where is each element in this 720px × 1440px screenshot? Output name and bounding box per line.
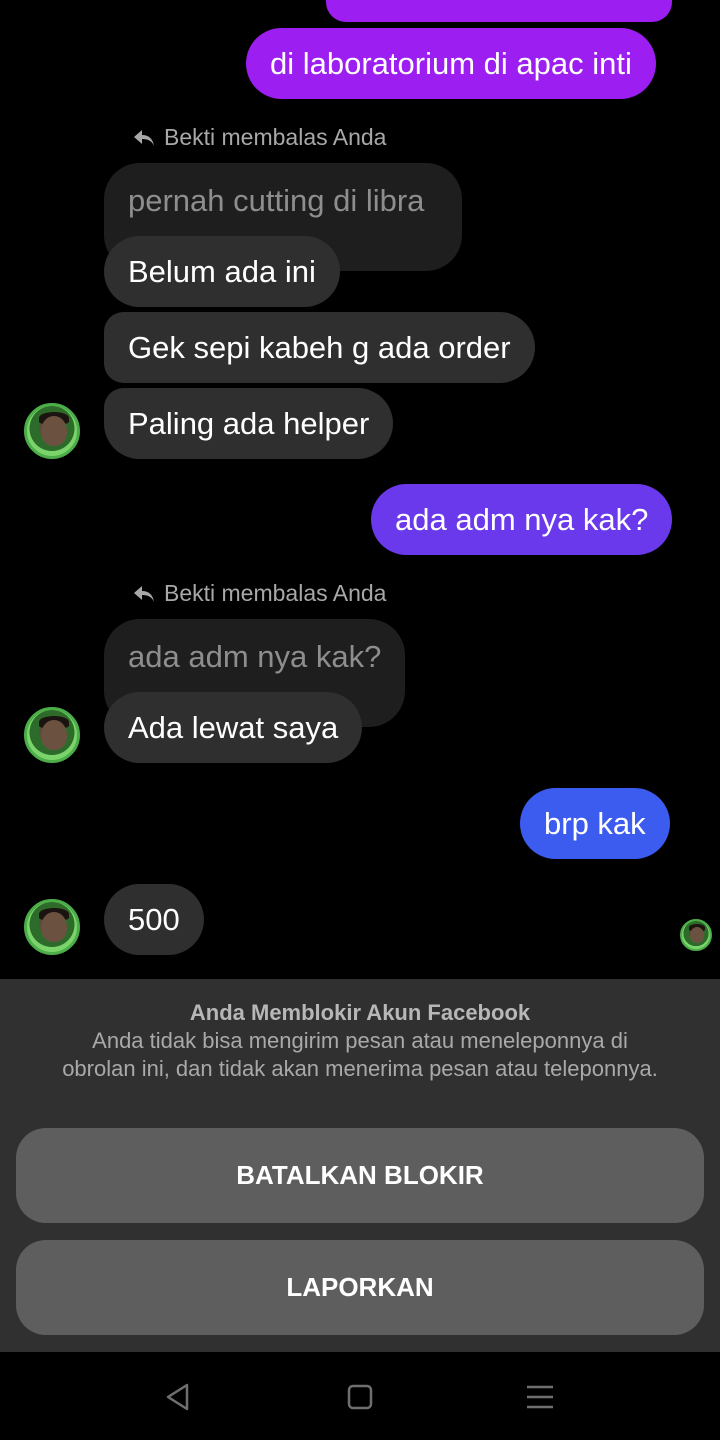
outgoing-message[interactable]: brp kak bbox=[520, 788, 670, 859]
outgoing-message[interactable]: ada adm nya kak? bbox=[371, 484, 673, 555]
back-icon[interactable] bbox=[163, 1382, 193, 1412]
reply-indicator: Bekti membalas Anda bbox=[132, 124, 386, 151]
message-text: di laboratorium di apac inti bbox=[270, 46, 632, 81]
incoming-message[interactable]: 500 bbox=[104, 884, 204, 955]
contact-avatar[interactable] bbox=[24, 899, 80, 955]
contact-avatar[interactable] bbox=[24, 707, 80, 763]
incoming-message[interactable]: Belum ada ini bbox=[104, 236, 340, 307]
seen-receipt-avatar bbox=[680, 919, 712, 951]
outgoing-message[interactable]: di laboratorium di apac inti bbox=[246, 28, 656, 99]
message-text: 500 bbox=[128, 902, 180, 937]
menu-icon[interactable] bbox=[525, 1382, 555, 1412]
reply-arrow-icon bbox=[134, 129, 154, 146]
blocked-description: Anda tidak bisa mengirim pesan atau mene… bbox=[62, 1028, 658, 1081]
message-text: Ada lewat saya bbox=[128, 710, 339, 745]
message-text: Paling ada helper bbox=[128, 406, 370, 441]
message-text: Belum ada ini bbox=[128, 254, 316, 289]
reply-indicator-text: Bekti membalas Anda bbox=[164, 124, 387, 150]
message-text: brp kak bbox=[544, 806, 646, 841]
reply-arrow-icon bbox=[134, 585, 154, 602]
quoted-text: pernah cutting di libra bbox=[128, 183, 425, 218]
incoming-message[interactable]: Ada lewat saya bbox=[104, 692, 363, 763]
quoted-text: ada adm nya kak? bbox=[128, 639, 382, 674]
incoming-message[interactable]: Paling ada helper bbox=[104, 388, 394, 459]
contact-avatar[interactable] bbox=[24, 403, 80, 459]
system-navigation-bar bbox=[0, 1352, 720, 1440]
message-text: Gek sepi kabeh g ada order bbox=[128, 330, 511, 365]
blocked-account-panel: Anda Memblokir Akun Facebook Anda tidak … bbox=[0, 979, 720, 1352]
unblock-button[interactable]: BATALKAN BLOKIR bbox=[16, 1128, 704, 1223]
incoming-message[interactable]: Gek sepi kabeh g ada order bbox=[104, 312, 535, 383]
reply-indicator-text: Bekti membalas Anda bbox=[164, 580, 387, 606]
previous-outgoing-bubble-edge bbox=[326, 0, 672, 22]
message-text: ada adm nya kak? bbox=[395, 502, 649, 537]
home-icon[interactable] bbox=[345, 1382, 375, 1412]
reply-indicator: Bekti membalas Anda bbox=[132, 580, 386, 607]
report-button[interactable]: LAPORKAN bbox=[16, 1240, 704, 1335]
blocked-title: Anda Memblokir Akun Facebook bbox=[189, 1000, 531, 1025]
